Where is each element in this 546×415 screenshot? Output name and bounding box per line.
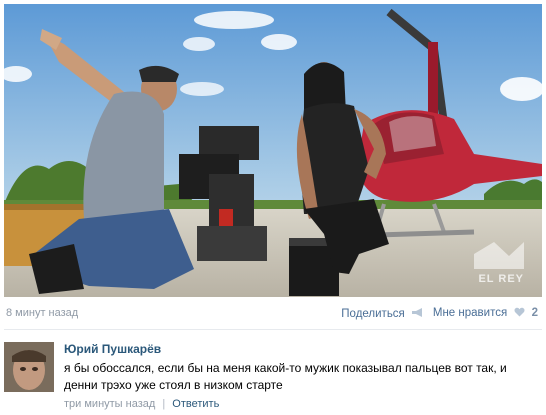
avatar[interactable] bbox=[4, 342, 54, 392]
share-label: Поделиться bbox=[341, 308, 405, 320]
comment-text: я бы обоссался, если бы на меня какой-то… bbox=[64, 361, 507, 392]
like-label: Мне нравится bbox=[432, 307, 508, 319]
divider bbox=[4, 329, 542, 330]
share-button[interactable]: Поделиться bbox=[341, 307, 424, 321]
reply-button[interactable]: Ответить bbox=[172, 398, 219, 410]
comment-footer: три минуты назад | Ответить bbox=[64, 398, 219, 410]
like-button[interactable]: Мне нравится 2 bbox=[433, 307, 538, 320]
comment-time[interactable]: три минуты назад bbox=[64, 398, 155, 410]
heart-icon bbox=[514, 307, 525, 320]
separator: | bbox=[162, 398, 166, 410]
film-set-photo bbox=[4, 4, 542, 297]
comment-author[interactable]: Юрий Пушкарёв bbox=[64, 342, 161, 356]
post-time: 8 минут назад bbox=[6, 307, 79, 319]
post-photo[interactable]: EL REY bbox=[4, 4, 542, 297]
comment: Юрий Пушкарёв я бы обоссался, если бы на… bbox=[4, 340, 542, 415]
watermark-text: EL REY bbox=[478, 273, 524, 285]
post-meta-bar: 8 минут назад Поделиться Мне нравится 2 bbox=[4, 304, 542, 324]
megaphone-icon bbox=[411, 307, 424, 321]
like-count: 2 bbox=[531, 307, 538, 319]
